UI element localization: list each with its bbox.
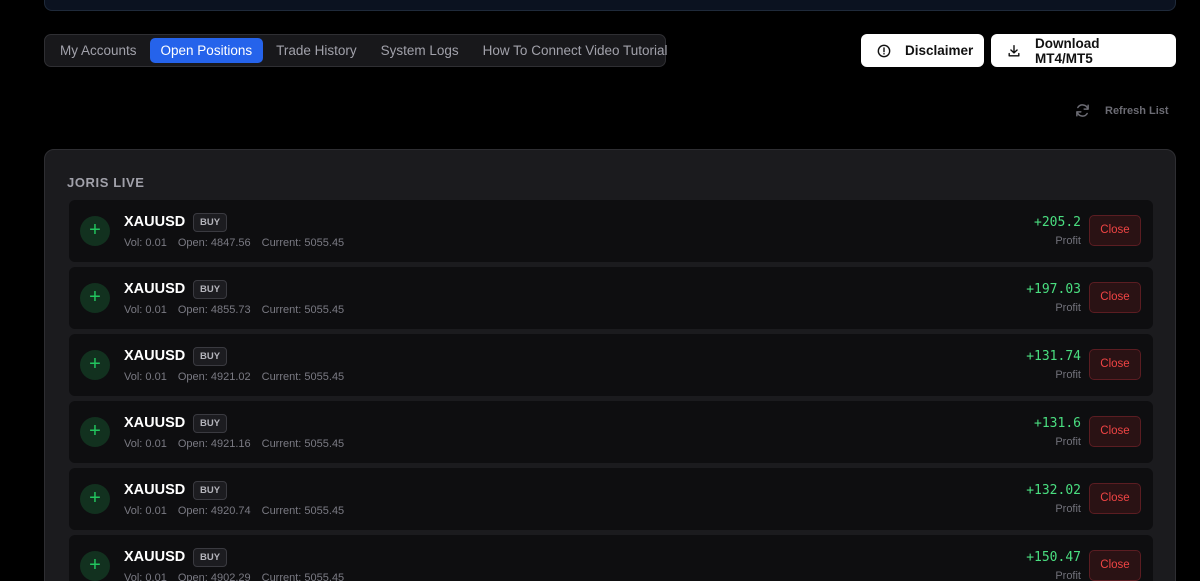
profit-block: +131.6 Profit xyxy=(1034,416,1081,448)
position-details: Vol: 0.01 Open: 4902.29 Current: 5055.45 xyxy=(124,572,355,581)
position-row: + XAUUSD BUY Vol: 0.01 Open: 4921.02 Curre… xyxy=(69,334,1153,396)
position-open-price: Open: 4902.29 xyxy=(177,572,251,581)
position-symbol: XAUUSD xyxy=(124,482,186,498)
close-position-button[interactable]: Close xyxy=(1089,550,1141,581)
position-symbol: XAUUSD xyxy=(124,214,186,230)
refresh-list-button[interactable]: Refresh List xyxy=(1074,102,1169,119)
download-label: Download MT4/MT5 xyxy=(1035,35,1100,66)
position-open-price: Open: 4921.02 xyxy=(177,371,251,383)
position-volume: Vol: 0.01 xyxy=(124,572,167,581)
profit-value: +132.02 xyxy=(1026,483,1081,498)
profit-value: +150.47 xyxy=(1026,550,1081,565)
close-position-button[interactable]: Close xyxy=(1089,215,1141,246)
side-badge: BUY xyxy=(193,414,228,433)
plus-icon: + xyxy=(80,216,110,246)
profit-label: Profit xyxy=(1055,570,1081,581)
tab-system-logs[interactable]: System Logs xyxy=(370,38,470,63)
download-icon xyxy=(1008,44,1020,57)
plus-icon: + xyxy=(80,417,110,447)
position-open-price: Open: 4920.74 xyxy=(177,505,251,517)
position-open-price: Open: 4847.56 xyxy=(177,237,251,249)
position-volume: Vol: 0.01 xyxy=(124,505,167,517)
profit-value: +131.74 xyxy=(1026,349,1081,364)
profit-value: +197.03 xyxy=(1026,282,1081,297)
position-volume: Vol: 0.01 xyxy=(124,438,167,450)
close-position-button[interactable]: Close xyxy=(1089,282,1141,313)
download-button[interactable]: Download MT4/MT5 xyxy=(991,34,1176,67)
position-details: Vol: 0.01 Open: 4855.73 Current: 5055.45 xyxy=(124,304,355,316)
position-details: Vol: 0.01 Open: 4847.56 Current: 5055.45 xyxy=(124,237,355,249)
refresh-label: Refresh List xyxy=(1105,104,1169,117)
position-row: + XAUUSD BUY Vol: 0.01 Open: 4847.56 Curre… xyxy=(69,200,1153,262)
alert-circle-icon xyxy=(877,44,891,57)
tab-open-positions[interactable]: Open Positions xyxy=(149,38,264,63)
position-symbol: XAUUSD xyxy=(124,415,186,431)
position-open-price: Open: 4855.73 xyxy=(177,304,251,316)
position-open-price: Open: 4921.16 xyxy=(177,438,251,450)
disclaimer-label: Disclaimer xyxy=(905,43,974,58)
position-volume: Vol: 0.01 xyxy=(124,304,167,316)
profit-block: +197.03 Profit xyxy=(1026,282,1081,314)
position-volume: Vol: 0.01 xyxy=(124,371,167,383)
position-details: Vol: 0.01 Open: 4921.02 Current: 5055.45 xyxy=(124,371,355,383)
position-volume: Vol: 0.01 xyxy=(124,237,167,249)
profit-block: +205.2 Profit xyxy=(1034,215,1081,247)
close-position-button[interactable]: Close xyxy=(1089,483,1141,514)
position-current-price: Current: 5055.45 xyxy=(261,438,345,450)
profit-value: +205.2 xyxy=(1034,215,1081,230)
position-details: Vol: 0.01 Open: 4920.74 Current: 5055.45 xyxy=(124,505,355,517)
position-current-price: Current: 5055.45 xyxy=(261,304,345,316)
position-row: + XAUUSD BUY Vol: 0.01 Open: 4902.29 Curre… xyxy=(69,535,1153,581)
position-symbol: XAUUSD xyxy=(124,348,186,364)
close-position-button[interactable]: Close xyxy=(1089,416,1141,447)
account-card: JORIS LIVE + XAUUSD BUY Vol: 0.01 Open: 4… xyxy=(44,149,1176,581)
profit-block: +132.02 Profit xyxy=(1026,483,1081,515)
refresh-icon xyxy=(1076,104,1089,117)
plus-icon: + xyxy=(80,283,110,313)
position-row: + XAUUSD BUY Vol: 0.01 Open: 4921.16 Curre… xyxy=(69,401,1153,463)
profit-label: Profit xyxy=(1055,302,1081,314)
profit-label: Profit xyxy=(1055,436,1081,448)
tab-bar: My Accounts Open Positions Trade History… xyxy=(44,34,668,67)
side-badge: BUY xyxy=(193,347,228,366)
profit-label: Profit xyxy=(1055,369,1081,381)
position-symbol: XAUUSD xyxy=(124,281,186,297)
profit-label: Profit xyxy=(1055,235,1081,247)
position-current-price: Current: 5055.45 xyxy=(261,237,345,249)
close-position-button[interactable]: Close xyxy=(1089,349,1141,380)
account-title: JORIS LIVE xyxy=(67,175,145,190)
position-details: Vol: 0.01 Open: 4921.16 Current: 5055.45 xyxy=(124,438,355,450)
profit-block: +150.47 Profit xyxy=(1026,550,1081,581)
plus-icon: + xyxy=(80,350,110,380)
position-current-price: Current: 5055.45 xyxy=(261,371,345,383)
position-row: + XAUUSD BUY Vol: 0.01 Open: 4920.74 Curre… xyxy=(69,468,1153,530)
side-badge: BUY xyxy=(193,280,228,299)
position-current-price: Current: 5055.45 xyxy=(261,572,345,581)
plus-icon: + xyxy=(80,484,110,514)
position-current-price: Current: 5055.45 xyxy=(261,505,345,517)
profit-value: +131.6 xyxy=(1034,416,1081,431)
top-panel xyxy=(44,0,1176,11)
profit-label: Profit xyxy=(1055,503,1081,515)
profit-block: +131.74 Profit xyxy=(1026,349,1081,381)
tab-trade-history[interactable]: Trade History xyxy=(265,38,368,63)
tab-video-tutorial[interactable]: How To Connect Video Tutorial xyxy=(472,38,679,63)
position-symbol: XAUUSD xyxy=(124,549,186,565)
side-badge: BUY xyxy=(193,213,228,232)
side-badge: BUY xyxy=(193,548,228,567)
side-badge: BUY xyxy=(193,481,228,500)
plus-icon: + xyxy=(80,551,110,581)
disclaimer-button[interactable]: Disclaimer xyxy=(861,34,984,67)
tab-my-accounts[interactable]: My Accounts xyxy=(49,38,148,63)
position-row: + XAUUSD BUY Vol: 0.01 Open: 4855.73 Curre… xyxy=(69,267,1153,329)
